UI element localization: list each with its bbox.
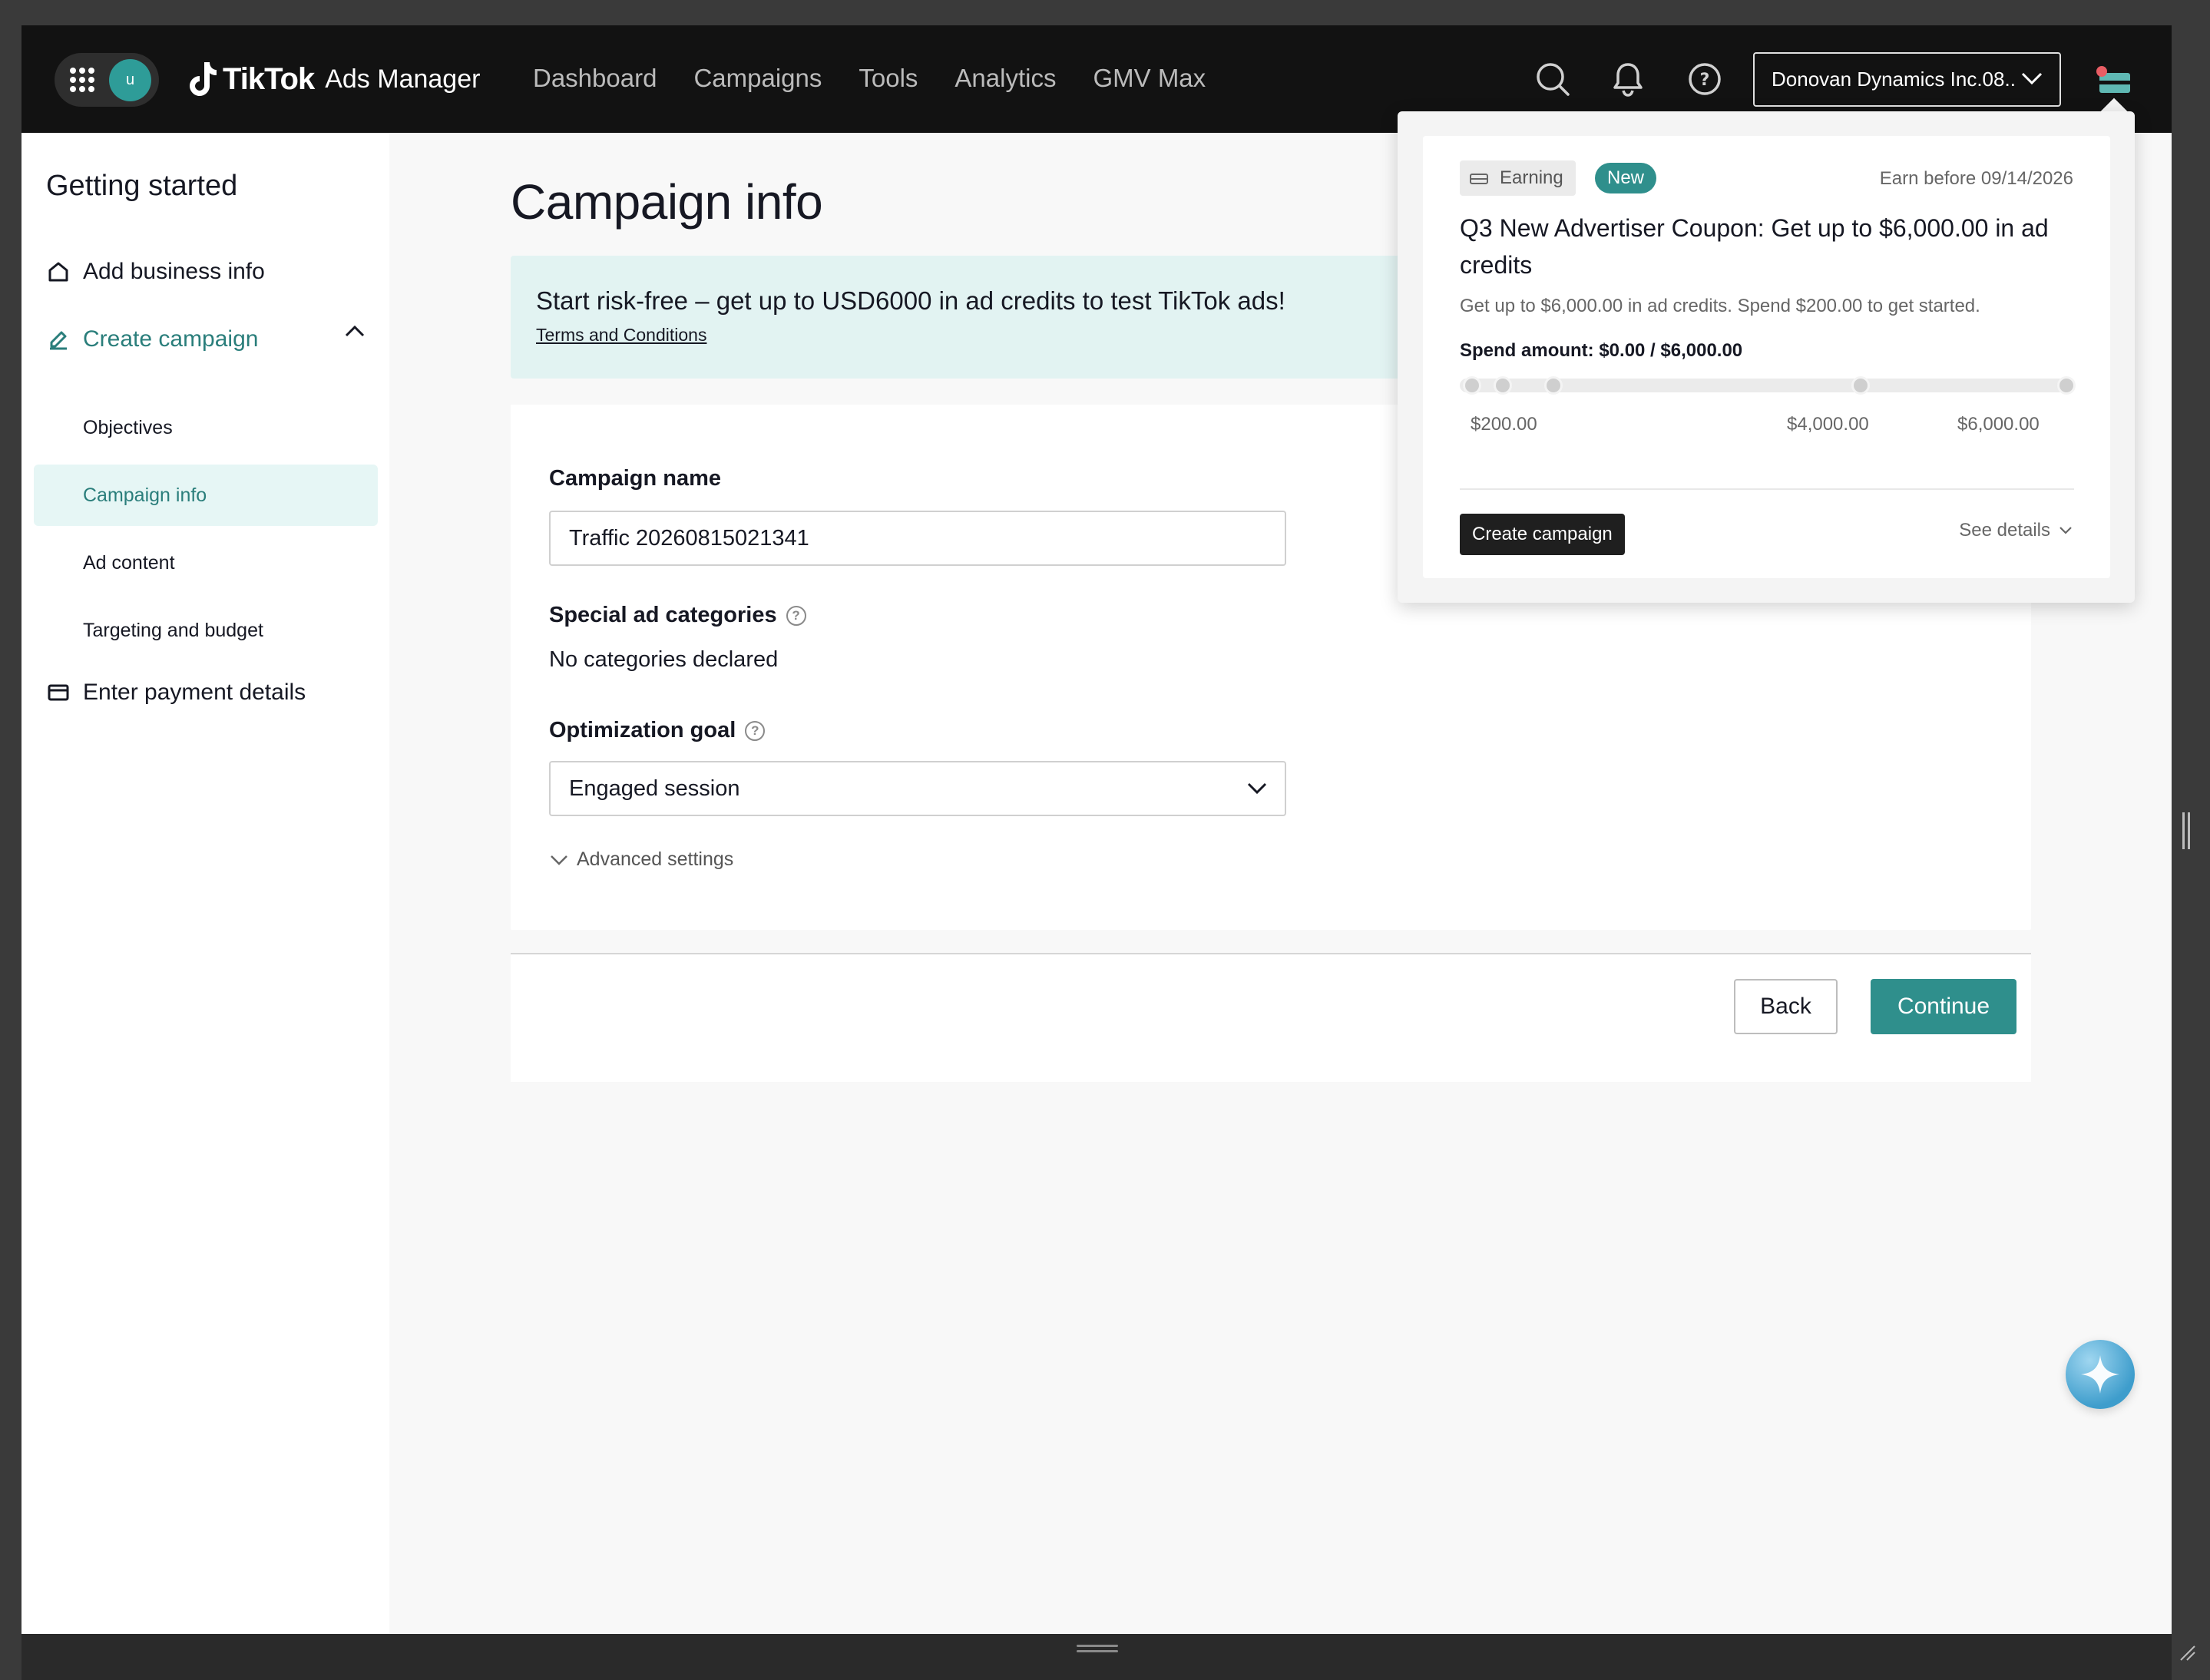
special-categories-label: Special ad categories ? — [549, 603, 806, 628]
spend-amount: Spend amount: $0.00 / $6,000.00 — [1460, 340, 1743, 361]
ticket-icon — [1470, 174, 1488, 184]
form-footer: Back Continue — [511, 953, 2031, 1082]
svg-text:?: ? — [1700, 71, 1710, 90]
nav-campaigns[interactable]: Campaigns — [693, 64, 822, 93]
coupon-popover: Earning New Earn before 09/14/2026 Q3 Ne… — [1398, 111, 2135, 603]
campaign-name-input[interactable]: Traffic 20260815021341 — [549, 511, 1286, 566]
brand-logo[interactable]: TikTok Ads Manager — [189, 56, 480, 102]
account-selector[interactable]: Donovan Dynamics Inc.08... — [1753, 52, 2061, 107]
sidebar: Getting started Add business info Create… — [22, 133, 389, 1634]
earn-before-date: Earn before 09/14/2026 — [1879, 168, 2073, 189]
campaign-name-label: Campaign name — [549, 466, 721, 491]
chevron-down-icon — [2059, 527, 2072, 534]
card-icon — [46, 680, 71, 705]
sidebar-title: Getting started — [46, 170, 238, 202]
brand-product: Ads Manager — [325, 64, 481, 94]
see-details-toggle[interactable]: See details — [1959, 520, 2073, 541]
nav-analytics[interactable]: Analytics — [954, 64, 1056, 93]
bell-icon[interactable] — [1608, 59, 1648, 99]
nav-gmv-max[interactable]: GMV Max — [1093, 64, 1206, 93]
help-icon[interactable]: ? — [745, 720, 766, 741]
ai-assistant-button[interactable] — [2066, 1340, 2135, 1409]
app-window: u TikTok Ads Manager Dashboard Campaigns… — [22, 25, 2172, 1634]
continue-button[interactable]: Continue — [1871, 979, 2016, 1034]
milestone-label: $200.00 — [1471, 414, 1537, 435]
main-nav: Dashboard Campaigns Tools Analytics GMV … — [533, 64, 1242, 93]
special-categories-value: No categories declared — [549, 647, 779, 672]
sidebar-subitem-campaign-info[interactable]: Campaign info — [34, 465, 378, 526]
nav-tools[interactable]: Tools — [859, 64, 918, 93]
progress-dot — [1494, 376, 1512, 395]
optimization-goal-value: Engaged session — [569, 776, 740, 801]
special-categories-label-text: Special ad categories — [549, 603, 777, 627]
apps-grid-icon[interactable] — [70, 68, 94, 92]
optimization-goal-select[interactable]: Engaged session — [549, 761, 1286, 816]
page-title: Campaign info — [511, 174, 823, 230]
divider — [1460, 488, 2074, 490]
search-icon[interactable] — [1533, 59, 1573, 99]
chevron-down-icon — [1247, 782, 1267, 795]
sparkle-icon — [2081, 1355, 2119, 1394]
progress-dot — [1463, 376, 1481, 395]
app-switcher[interactable]: u — [55, 53, 159, 107]
chevron-down-icon — [2021, 72, 2043, 85]
new-badge: New — [1595, 163, 1657, 193]
window-frame-top — [0, 0, 2210, 25]
spend-progress-track — [1460, 376, 2076, 395]
milestone-dot-200 — [1544, 376, 1563, 395]
sidebar-item-create-campaign[interactable]: Create campaign — [46, 320, 258, 359]
chevron-down-icon — [551, 855, 567, 865]
sidebar-item-enter-payment-details[interactable]: Enter payment details — [46, 673, 306, 712]
sidebar-item-label: Enter payment details — [83, 680, 306, 705]
nav-dashboard[interactable]: Dashboard — [533, 64, 657, 93]
sidebar-item-label: Create campaign — [83, 326, 259, 352]
terms-link[interactable]: Terms and Conditions — [536, 325, 706, 346]
milestone-label: $6,000.00 — [1957, 414, 2040, 435]
pencil-icon — [46, 327, 71, 352]
drag-handle[interactable] — [1077, 1645, 1118, 1654]
see-details-label: See details — [1959, 520, 2050, 541]
coupon-card: Earning New Earn before 09/14/2026 Q3 Ne… — [1423, 136, 2110, 578]
tiktok-note-icon — [190, 62, 217, 96]
coupon-title: Q3 New Advertiser Coupon: Get up to $6,0… — [1460, 214, 2049, 279]
help-icon[interactable]: ? — [786, 605, 806, 626]
optimization-goal-label: Optimization goal ? — [549, 718, 766, 743]
campaign-name-label-text: Campaign name — [549, 466, 721, 491]
help-icon[interactable]: ? — [1685, 59, 1725, 99]
earning-tag-label: Earning — [1500, 167, 1563, 188]
sidebar-subitem-targeting-budget[interactable]: Targeting and budget — [34, 600, 378, 661]
account-name: Donovan Dynamics Inc.08... — [1772, 68, 2014, 91]
advanced-settings-toggle[interactable]: Advanced settings — [549, 848, 733, 871]
brand-name: TikTok — [223, 61, 315, 96]
avatar[interactable]: u — [109, 59, 151, 101]
chevron-up-icon[interactable] — [344, 323, 366, 339]
window-frame-bottom — [22, 1634, 2172, 1680]
milestone-dot-4000 — [1851, 376, 1870, 395]
banner-text: Start risk-free – get up to USD6000 in a… — [536, 286, 1285, 315]
sidebar-item-add-business-info[interactable]: Add business info — [46, 253, 265, 291]
optimization-goal-label-text: Optimization goal — [549, 718, 736, 742]
sidebar-subitem-objectives[interactable]: Objectives — [34, 397, 378, 458]
back-button[interactable]: Back — [1734, 979, 1838, 1034]
sidebar-item-label: Add business info — [83, 259, 265, 284]
create-campaign-button[interactable]: Create campaign — [1460, 514, 1625, 555]
home-icon — [46, 260, 71, 284]
side-resize-handle[interactable] — [2181, 812, 2192, 849]
earning-tag: Earning — [1460, 160, 1576, 196]
milestone-dot-6000 — [2057, 376, 2076, 395]
coupon-description: Get up to $6,000.00 in ad credits. Spend… — [1460, 296, 1980, 316]
milestone-label: $4,000.00 — [1787, 414, 1869, 435]
coupon-icon[interactable] — [2095, 62, 2133, 98]
sidebar-subitem-ad-content[interactable]: Ad content — [34, 532, 378, 594]
advanced-settings-label: Advanced settings — [577, 848, 734, 870]
resize-corner-icon[interactable] — [2178, 1643, 2198, 1663]
